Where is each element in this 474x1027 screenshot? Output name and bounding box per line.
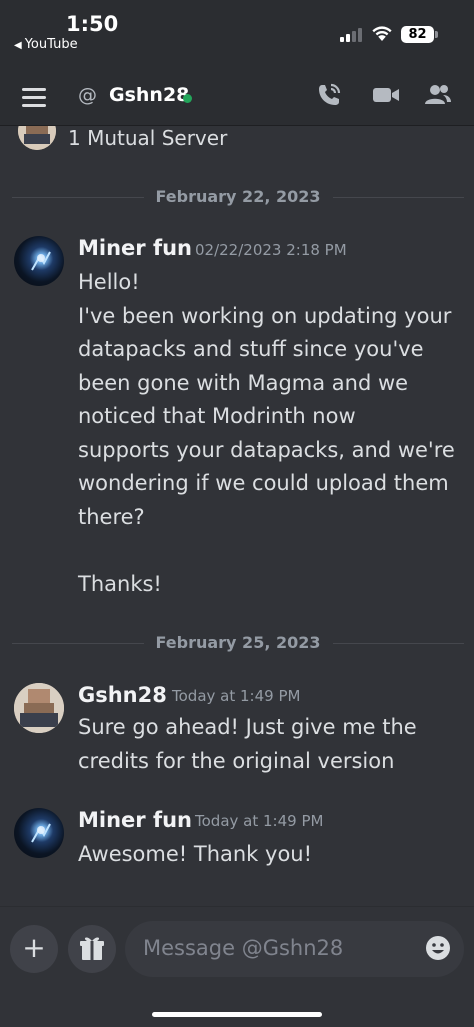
plus-icon[interactable]: + [10, 925, 58, 973]
message-line: credits for the original version [78, 748, 395, 773]
message-input-placeholder: Message @Gshn28 [143, 936, 344, 960]
message-line [78, 534, 464, 568]
back-to-app-link[interactable]: ◀ YouTube [14, 37, 78, 52]
back-arrow-icon: ◀ [14, 40, 22, 51]
date-divider: February 22, 2023 [12, 187, 464, 207]
message-author[interactable]: Gshn28 [78, 683, 167, 707]
message-line: Thanks! [78, 571, 162, 596]
message-timestamp: Today at 1:49 PM [195, 812, 324, 830]
status-time: 1:50 [66, 12, 119, 36]
wifi-icon [372, 26, 392, 41]
dm-recipient-name[interactable]: Gshn28 [109, 84, 189, 106]
message-line: been gone with Magma and we [78, 370, 409, 395]
message-timestamp: 02/22/2023 2:18 PM [195, 241, 347, 259]
members-icon[interactable] [424, 82, 452, 108]
cellular-signal-icon [340, 28, 366, 42]
mutual-servers-text: 1 Mutual Server [68, 126, 228, 150]
date-divider-label: February 22, 2023 [143, 187, 333, 206]
message-line: wondering if we could upload them [78, 471, 449, 495]
at-icon: @ [78, 84, 97, 106]
message-line: Hello! [78, 270, 140, 294]
message-body[interactable]: Sure go ahead! Just give me the credits … [78, 711, 464, 778]
status-bar: 1:50 ◀ YouTube 82 [0, 0, 474, 62]
video-icon[interactable] [372, 82, 400, 108]
avatar[interactable] [14, 683, 64, 733]
message-author[interactable]: Miner fun [78, 808, 192, 832]
battery-tip [435, 31, 438, 38]
message-line: there? [78, 504, 145, 529]
home-indicator [152, 1012, 322, 1017]
back-app-label: YouTube [24, 37, 78, 52]
message-line: Sure go ahead! Just give me the [78, 715, 417, 739]
gift-icon[interactable] [68, 925, 116, 973]
battery-indicator: 82 [401, 26, 434, 43]
mutual-servers-row[interactable]: 1 Mutual Server [0, 126, 474, 152]
phone-call-icon[interactable] [316, 82, 344, 108]
hamburger-icon[interactable] [22, 88, 46, 107]
avatar[interactable] [14, 236, 64, 286]
message-body[interactable]: Awesome! Thank you! [78, 838, 464, 872]
emoji-icon[interactable] [425, 935, 451, 961]
online-status-dot [183, 94, 192, 103]
avatar[interactable] [14, 808, 64, 858]
message-input[interactable]: Message @Gshn28 [125, 921, 464, 977]
message-author[interactable]: Miner fun [78, 236, 192, 260]
message-line: noticed that Modrinth now [78, 404, 356, 428]
message-timestamp: Today at 1:49 PM [172, 687, 301, 705]
date-divider-label: February 25, 2023 [143, 633, 333, 652]
message-line: Awesome! Thank you! [78, 842, 313, 866]
server-avatar-icon [18, 126, 56, 150]
message-line: I've been working on updating your [78, 303, 452, 328]
message-line: datapacks and stuff since you've [78, 337, 424, 361]
chat-header: @ Gshn28 [0, 62, 474, 126]
message-composer: + Message @Gshn28 [0, 906, 474, 1027]
message-line: supports your datapacks, and we're [78, 437, 455, 462]
message-body[interactable]: Hello! I've been working on updating you… [78, 266, 464, 601]
date-divider: February 25, 2023 [12, 633, 464, 653]
